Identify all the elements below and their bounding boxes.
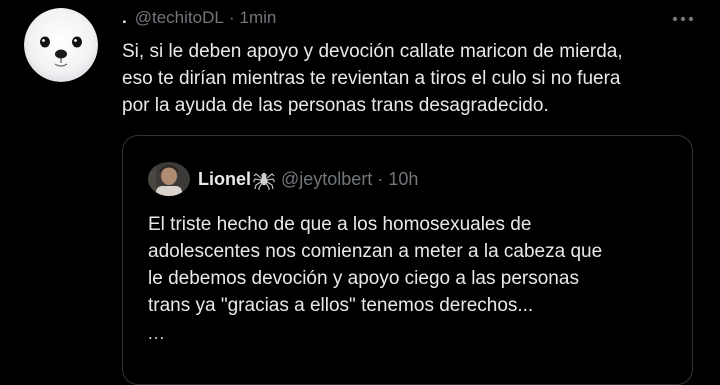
tweet-timestamp[interactable]: 1min	[239, 8, 276, 28]
quoted-tweet[interactable]: Lionel @jeytolbert · 10h El triste hecho…	[122, 135, 693, 385]
quoted-tweet-ellipsis: ...	[148, 324, 166, 343]
quoted-tweet-timestamp[interactable]: 10h	[388, 169, 418, 190]
quoted-author-handle[interactable]: @jeytolbert	[281, 169, 372, 190]
quoted-tweet-text: El triste hecho de que a los homosexuale…	[148, 214, 603, 316]
tweet-header: . @techitoDL · 1min	[122, 6, 276, 30]
author-handle[interactable]: @techitoDL	[135, 8, 224, 28]
tweet-text: Si, si le deben apoyo y devoción callate…	[122, 41, 623, 116]
seal-avatar-icon	[24, 8, 98, 82]
author-display-name[interactable]: .	[122, 8, 127, 28]
quoted-author-avatar[interactable]	[148, 162, 190, 196]
author-avatar[interactable]	[24, 8, 98, 82]
quoted-tweet-header: Lionel @jeytolbert · 10h	[198, 166, 418, 192]
header-separator: ·	[228, 8, 235, 27]
user-photo-avatar-icon	[148, 162, 190, 196]
spider-icon	[253, 168, 275, 190]
tweet[interactable]: . @techitoDL · 1min Si, si le deben apoy…	[0, 0, 720, 385]
quoted-author-display-name[interactable]: Lionel	[198, 169, 251, 190]
more-horizontal-icon[interactable]	[668, 8, 698, 30]
quoted-header-separator: ·	[377, 168, 384, 189]
